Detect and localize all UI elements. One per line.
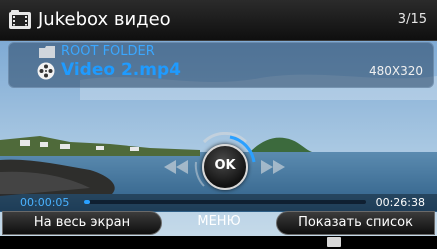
softkey-bar: На весь экран МЕНЮ Показать список	[0, 211, 437, 235]
fullscreen-button[interactable]: На весь экран	[2, 211, 162, 235]
file-name: Video 2.mp4	[61, 60, 181, 80]
status-indicator-icon	[327, 237, 341, 247]
ok-button[interactable]: OK	[202, 144, 248, 190]
screen-title: Jukebox видео	[38, 9, 171, 30]
show-list-button[interactable]: Показать список	[276, 211, 435, 235]
progress-bar[interactable]	[84, 200, 366, 204]
folder-name: ROOT FOLDER	[61, 44, 155, 59]
status-bar	[0, 236, 437, 249]
file-info-panel: ROOT FOLDER Video 2.mp4 480X320	[8, 42, 434, 88]
menu-button[interactable]: МЕНЮ	[166, 211, 272, 235]
fast-forward-icon[interactable]	[259, 159, 287, 175]
video-folder-icon	[9, 10, 31, 29]
film-reel-icon	[37, 62, 55, 80]
folder-icon	[39, 46, 55, 58]
progress-fill	[84, 200, 90, 204]
file-counter: 3/15	[397, 12, 427, 27]
rewind-icon[interactable]	[162, 159, 190, 175]
title-bar: Jukebox видео 3/15	[0, 0, 437, 41]
jukebox-video-screen: Jukebox видео 3/15 ROOT FOLDER Video 2.m…	[0, 0, 437, 249]
video-resolution: 480X320	[368, 64, 423, 78]
elapsed-time: 00:00:05	[20, 196, 70, 209]
ok-label: OK	[214, 158, 236, 173]
total-time: 00:26:38	[375, 196, 425, 209]
